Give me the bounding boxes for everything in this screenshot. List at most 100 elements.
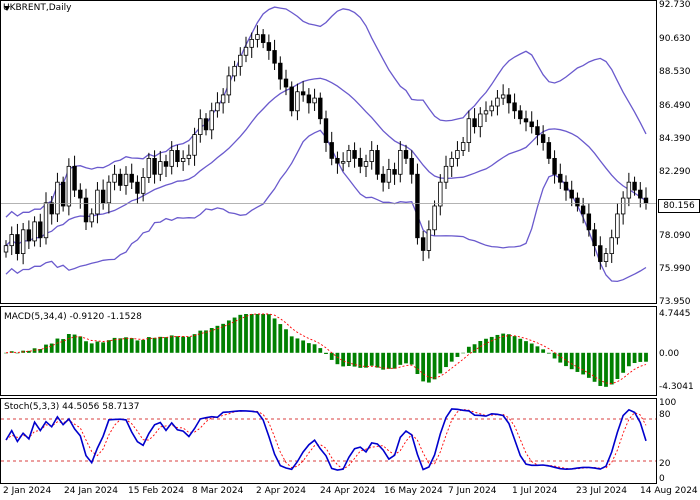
candle-body: [95, 189, 100, 215]
macd-histogram-bar: [192, 334, 197, 353]
macd-histogram-bar: [432, 352, 437, 380]
current-price-tag: 80.156: [658, 199, 700, 213]
candle-body: [135, 181, 140, 194]
price-axis-label: 78.090: [659, 231, 691, 241]
candle-body: [83, 197, 89, 223]
macd-histogram-bar: [335, 352, 340, 365]
candle-body: [38, 221, 43, 239]
macd-histogram-bar: [329, 352, 334, 360]
chart-canvas[interactable]: [0, 0, 700, 500]
candle-body: [506, 94, 512, 104]
candle-body: [158, 161, 163, 175]
macd-histogram-bar: [615, 352, 620, 379]
macd-axis-label: -4.3041: [659, 382, 694, 392]
candle-body: [146, 157, 152, 178]
candle-body: [66, 165, 72, 207]
macd-histogram-bar: [152, 337, 157, 353]
candle-body: [415, 173, 420, 239]
candle-body: [340, 161, 346, 164]
candle-body: [118, 173, 123, 186]
macd-histogram-bar: [158, 336, 163, 353]
candle-body: [180, 157, 186, 162]
macd-histogram-bar: [512, 336, 517, 353]
macd-histogram-bar: [535, 346, 540, 353]
macd-histogram-bar: [15, 352, 20, 354]
macd-histogram-bar: [404, 352, 408, 364]
stoch-axis-label: 80: [659, 410, 671, 420]
macd-histogram-bar: [101, 342, 106, 353]
macd-histogram-bar: [381, 352, 386, 370]
stoch-axis-label: 0: [659, 474, 665, 484]
macd-histogram-bar: [541, 349, 546, 353]
candle-body: [335, 157, 340, 164]
candle-body: [535, 126, 540, 135]
macd-histogram-bar: [221, 323, 226, 353]
candle-body: [409, 157, 414, 175]
macd-histogram-bar: [204, 330, 208, 353]
macd-label: MACD(5,34,4) -0.9120 -1.1528: [4, 312, 142, 322]
candle-body: [198, 118, 203, 135]
macd-histogram-bar: [146, 337, 151, 353]
macd-histogram-bar: [426, 352, 431, 383]
candle-body: [426, 229, 432, 251]
date-axis-label: 15 Feb 2024: [128, 486, 185, 496]
candle-body: [278, 62, 283, 80]
candle-body: [123, 173, 129, 186]
candle-body: [455, 150, 460, 159]
candle-body: [100, 189, 106, 204]
macd-axis-label: 4.7445: [659, 309, 691, 319]
macd-histogram-bar: [398, 352, 403, 365]
macd-histogram-bar: [266, 314, 271, 353]
candle-body: [78, 189, 83, 199]
candle-body: [552, 157, 557, 175]
candle-body: [20, 229, 26, 255]
candle-body: [9, 234, 14, 247]
price-axis-label: 92.730: [659, 0, 691, 10]
candle-body: [449, 157, 454, 167]
macd-axis-label: 0.00: [659, 349, 680, 359]
macd-histogram-bar: [318, 348, 323, 353]
candle-body: [575, 197, 580, 207]
stoch-axis-label: 100: [659, 398, 677, 408]
macd-histogram-bar: [409, 352, 414, 365]
candle-body: [500, 94, 506, 99]
candle-body: [72, 165, 77, 191]
candle-body: [260, 34, 266, 43]
macd-histogram-bar: [609, 352, 614, 385]
macd-histogram-bar: [484, 338, 488, 353]
candle-body: [272, 50, 277, 64]
macd-histogram-bar: [324, 352, 328, 354]
macd-histogram-bar: [278, 324, 283, 353]
macd-histogram-bar: [66, 333, 71, 353]
macd-histogram-bar: [529, 343, 534, 353]
candle-body: [512, 102, 517, 112]
macd-histogram-bar: [232, 317, 237, 353]
candle-body: [255, 34, 260, 40]
candle-body: [489, 105, 494, 112]
macd-histogram-bar: [295, 338, 300, 353]
candle-body: [220, 94, 226, 104]
macd-histogram-bar: [638, 352, 643, 362]
macd-histogram-bar: [306, 343, 311, 353]
candle-body: [312, 97, 317, 104]
candle-body: [495, 97, 500, 107]
candle-body: [620, 197, 626, 215]
candle-body: [586, 213, 592, 231]
date-axis-label: 24 Jan 2024: [64, 486, 118, 496]
macd-histogram-bar: [421, 352, 426, 382]
candle-body: [466, 118, 472, 143]
candle-body: [186, 154, 192, 159]
candle-body: [175, 150, 180, 162]
candle-body: [55, 181, 60, 215]
macd-histogram-bar: [175, 336, 180, 353]
candle-body: [152, 157, 157, 175]
date-axis-label: 24 Apr 2024: [320, 486, 376, 496]
macd-histogram-bar: [238, 314, 243, 353]
candle-body: [432, 205, 437, 231]
macd-histogram-bar: [129, 338, 134, 353]
candle-body: [375, 150, 380, 175]
candle-body: [483, 110, 489, 115]
macd-histogram-bar: [644, 352, 648, 362]
macd-histogram-bar: [449, 352, 454, 362]
candle-body: [438, 181, 443, 207]
